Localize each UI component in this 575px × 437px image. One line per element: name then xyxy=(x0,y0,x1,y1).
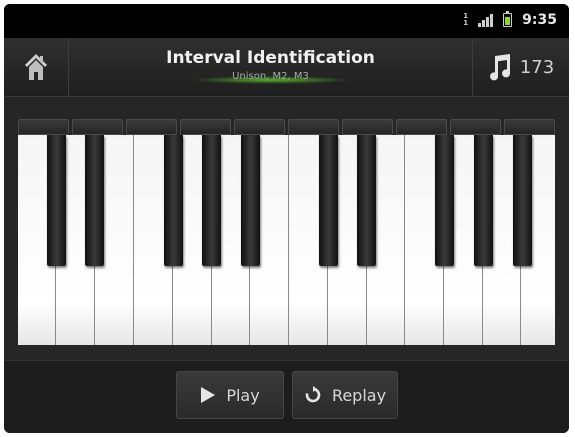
home-button[interactable] xyxy=(4,38,69,96)
action-bar: Interval Identification Unison, M2, M3 1… xyxy=(4,38,569,97)
page-title: Interval Identification xyxy=(166,48,375,68)
black-key[interactable] xyxy=(357,135,376,266)
key-cap-row xyxy=(18,119,555,135)
replay-icon xyxy=(305,386,321,403)
black-key[interactable] xyxy=(319,135,338,266)
black-key[interactable] xyxy=(513,135,532,266)
interval-set-subtitle: Unison, M2, M3 xyxy=(232,71,309,82)
key-cap xyxy=(18,119,69,135)
music-note-icon xyxy=(489,54,510,81)
sim-icon: 1 1 xyxy=(463,13,468,27)
score-button[interactable]: 173 xyxy=(472,38,569,96)
black-key[interactable] xyxy=(202,135,221,266)
key-cap xyxy=(234,119,285,135)
score-count: 173 xyxy=(519,56,555,78)
signal-icon xyxy=(478,13,494,27)
key-cap xyxy=(288,119,339,135)
status-bar: 1 1 9:35 xyxy=(4,4,569,38)
play-icon xyxy=(201,387,216,403)
black-key[interactable] xyxy=(474,135,493,266)
black-key[interactable] xyxy=(435,135,454,266)
sim-bottom-label: 1 xyxy=(463,19,469,27)
play-button[interactable]: Play xyxy=(176,371,284,419)
key-cap xyxy=(396,119,447,135)
app-screen: 1 1 9:35 Interval Identification Unison,… xyxy=(4,4,569,433)
black-key[interactable] xyxy=(85,135,104,266)
key-cap xyxy=(504,119,555,135)
play-label: Play xyxy=(226,385,260,405)
key-cap xyxy=(72,119,123,135)
battery-icon xyxy=(503,11,513,27)
black-key[interactable] xyxy=(47,135,66,266)
piano-area xyxy=(4,97,569,360)
piano-keyboard[interactable] xyxy=(18,119,555,345)
clock: 9:35 xyxy=(522,12,557,28)
replay-button[interactable]: Replay xyxy=(292,371,398,419)
bottom-controls: Play Replay xyxy=(4,360,569,433)
title-block: Interval Identification Unison, M2, M3 xyxy=(68,38,473,96)
key-cap xyxy=(342,119,393,135)
key-cap xyxy=(126,119,177,135)
black-key[interactable] xyxy=(164,135,183,266)
home-icon xyxy=(25,54,47,80)
key-cap xyxy=(450,119,501,135)
black-key[interactable] xyxy=(241,135,260,266)
key-cap xyxy=(180,119,231,135)
replay-label: Replay xyxy=(331,385,387,405)
